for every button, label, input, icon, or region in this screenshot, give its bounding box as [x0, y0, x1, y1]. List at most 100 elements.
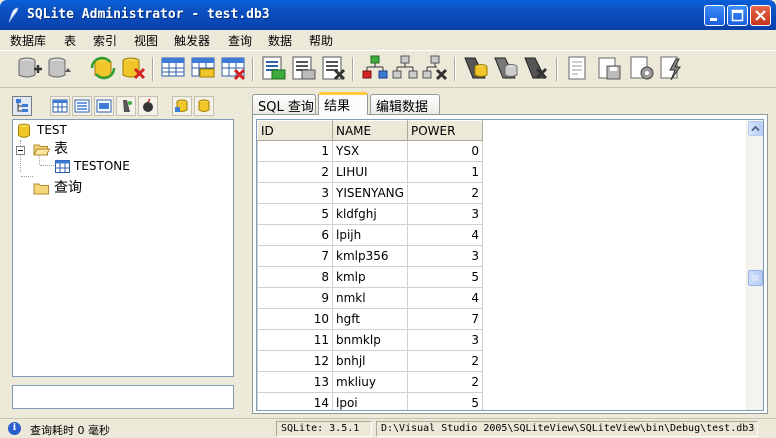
- cell-power[interactable]: 5: [407, 266, 483, 288]
- menu-query[interactable]: 查询: [228, 32, 252, 49]
- save-icon[interactable]: [594, 53, 624, 83]
- cell-name[interactable]: lpijh: [332, 224, 408, 246]
- view-new-icon[interactable]: [360, 53, 390, 83]
- minimize-button[interactable]: [704, 5, 725, 26]
- cell-power[interactable]: 4: [407, 224, 483, 246]
- cell-power[interactable]: 3: [407, 203, 483, 225]
- cell-id[interactable]: 8: [257, 266, 333, 288]
- cell-id[interactable]: 5: [257, 203, 333, 225]
- menu-trigger[interactable]: 触发器: [174, 32, 210, 49]
- cell-power[interactable]: 2: [407, 182, 483, 204]
- cell-id[interactable]: 12: [257, 350, 333, 372]
- trigger-new-icon[interactable]: [460, 53, 490, 83]
- menu-view[interactable]: 视图: [134, 32, 158, 49]
- table-row[interactable]: 14 lpoi 5: [257, 392, 483, 410]
- cell-id[interactable]: 9: [257, 287, 333, 309]
- cell-name[interactable]: kmlp356: [332, 245, 408, 267]
- table-row[interactable]: 2 LIHUI 1: [257, 161, 483, 183]
- table-icon[interactable]: [158, 53, 188, 83]
- cell-name[interactable]: bnhjl: [332, 350, 408, 372]
- cell-id[interactable]: 11: [257, 329, 333, 351]
- close-database-icon[interactable]: [118, 53, 148, 83]
- cell-power[interactable]: 0: [407, 140, 483, 162]
- column-header-power[interactable]: POWER: [407, 120, 483, 141]
- index-delete-icon[interactable]: [318, 53, 348, 83]
- cell-id[interactable]: 2: [257, 161, 333, 183]
- menu-database[interactable]: 数据库: [10, 32, 46, 49]
- view-delete-icon[interactable]: [420, 53, 450, 83]
- show-queries-button[interactable]: [138, 96, 158, 116]
- menu-index[interactable]: 索引: [93, 32, 117, 49]
- cell-name[interactable]: kldfghj: [332, 203, 408, 225]
- cell-id[interactable]: 6: [257, 224, 333, 246]
- trigger-edit-icon[interactable]: [490, 53, 520, 83]
- cell-name[interactable]: lpoi: [332, 392, 408, 410]
- show-views-button[interactable]: [94, 96, 114, 116]
- table-row[interactable]: 5 kldfghj 3: [257, 203, 483, 225]
- table-row[interactable]: 7 kmlp356 3: [257, 245, 483, 267]
- table-row[interactable]: 3 YISENYANG 2: [257, 182, 483, 204]
- cell-power[interactable]: 3: [407, 245, 483, 267]
- view-edit-icon[interactable]: [390, 53, 420, 83]
- cell-power[interactable]: 7: [407, 308, 483, 330]
- table-row[interactable]: 10 hgft 7: [257, 308, 483, 330]
- cell-name[interactable]: nmkl: [332, 287, 408, 309]
- cell-power[interactable]: 2: [407, 371, 483, 393]
- cell-id[interactable]: 1: [257, 140, 333, 162]
- column-header-id[interactable]: ID: [257, 120, 333, 141]
- tables-expander[interactable]: [16, 146, 25, 155]
- table-row[interactable]: 9 nmkl 4: [257, 287, 483, 309]
- cell-name[interactable]: hgft: [332, 308, 408, 330]
- tab-results[interactable]: 结果: [318, 92, 368, 115]
- panel-splitter[interactable]: [242, 92, 246, 414]
- index-new-icon[interactable]: [258, 53, 288, 83]
- menu-data[interactable]: 数据: [268, 32, 292, 49]
- cell-power[interactable]: 5: [407, 392, 483, 410]
- vertical-scrollbar[interactable]: [746, 120, 763, 410]
- cell-name[interactable]: mkliuy: [332, 371, 408, 393]
- table-delete-icon[interactable]: [218, 53, 248, 83]
- connect-button[interactable]: [172, 96, 192, 116]
- query-icon[interactable]: [562, 53, 592, 83]
- cell-id[interactable]: 3: [257, 182, 333, 204]
- table-row[interactable]: 11 bnmklp 3: [257, 329, 483, 351]
- cell-id[interactable]: 13: [257, 371, 333, 393]
- cell-power[interactable]: 1: [407, 161, 483, 183]
- menu-help[interactable]: 帮助: [309, 32, 333, 49]
- cell-name[interactable]: kmlp: [332, 266, 408, 288]
- tab-sql-query[interactable]: SQL 查询: [252, 94, 316, 115]
- column-header-name[interactable]: NAME: [332, 120, 408, 141]
- cell-id[interactable]: 7: [257, 245, 333, 267]
- scroll-up-button[interactable]: [748, 121, 763, 136]
- execute-icon[interactable]: [626, 53, 656, 83]
- database-props-button[interactable]: [194, 96, 214, 116]
- trigger-delete-icon[interactable]: [520, 53, 550, 83]
- table-row[interactable]: 8 kmlp 5: [257, 266, 483, 288]
- index-edit-icon[interactable]: [288, 53, 318, 83]
- new-database-icon[interactable]: [14, 53, 44, 83]
- cell-id[interactable]: 14: [257, 392, 333, 410]
- table-row[interactable]: 12 bnhjl 2: [257, 350, 483, 372]
- tree-view-button[interactable]: [12, 96, 32, 116]
- maximize-button[interactable]: [727, 5, 748, 26]
- cell-name[interactable]: bnmklp: [332, 329, 408, 351]
- table-row[interactable]: 13 mkliuy 2: [257, 371, 483, 393]
- close-button[interactable]: [750, 5, 771, 26]
- table-row[interactable]: 1 YSX 0: [257, 140, 483, 162]
- cell-id[interactable]: 10: [257, 308, 333, 330]
- table-edit-icon[interactable]: [188, 53, 218, 83]
- show-triggers-button[interactable]: [116, 96, 136, 116]
- menu-table[interactable]: 表: [64, 32, 76, 49]
- show-tables-button[interactable]: [50, 96, 70, 116]
- cell-name[interactable]: YISENYANG: [332, 182, 408, 204]
- open-database-icon[interactable]: [44, 53, 74, 83]
- cell-power[interactable]: 3: [407, 329, 483, 351]
- cell-name[interactable]: YSX: [332, 140, 408, 162]
- lightning-icon[interactable]: [656, 53, 686, 83]
- cell-name[interactable]: LIHUI: [332, 161, 408, 183]
- cell-power[interactable]: 2: [407, 350, 483, 372]
- scroll-thumb[interactable]: [748, 270, 763, 286]
- tab-edit-data[interactable]: 编辑数据: [370, 94, 440, 115]
- cell-power[interactable]: 4: [407, 287, 483, 309]
- refresh-icon[interactable]: [88, 53, 118, 83]
